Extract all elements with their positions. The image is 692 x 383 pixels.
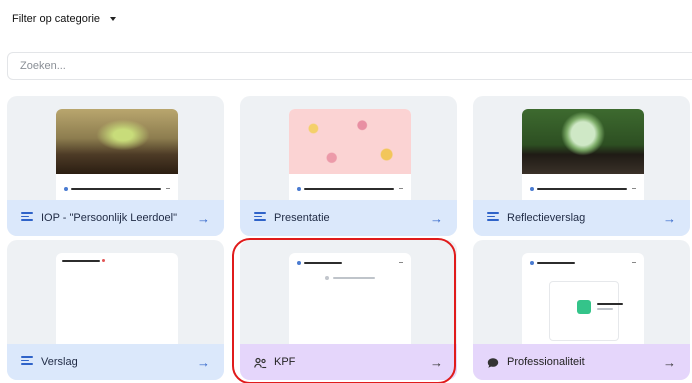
arrow-right-icon[interactable]: → <box>430 355 443 370</box>
category-filter-label: Filter op categorie <box>12 13 101 25</box>
card-thumbnail <box>522 109 644 209</box>
card-thumbnail <box>289 109 411 209</box>
card-footer: Reflectieverslag → <box>473 200 690 236</box>
card-title: Professionaliteit <box>507 356 585 368</box>
arrow-right-icon[interactable]: → <box>663 211 676 226</box>
status-dot <box>64 187 68 191</box>
lines-icon <box>487 212 499 224</box>
card-title: Reflectieverslag <box>507 212 586 224</box>
template-card-iop[interactable]: IOP - "Persoonlijk Leerdoel" → <box>7 96 224 236</box>
template-card-presentatie[interactable]: Presentatie → <box>240 96 457 236</box>
green-status-icon <box>577 300 591 314</box>
card-title: Presentatie <box>274 212 330 224</box>
placeholder-line <box>537 262 575 264</box>
placeholder-line <box>62 260 100 262</box>
card-thumbnail <box>56 109 178 209</box>
card-footer: KPF → <box>240 344 457 380</box>
status-dot <box>297 187 301 191</box>
red-dot <box>102 259 105 262</box>
card-footer: Professionaliteit → <box>473 344 690 380</box>
card-thumbnail <box>56 253 178 353</box>
placeholder-line <box>304 262 342 264</box>
chat-icon <box>487 356 499 368</box>
card-title: IOP - "Persoonlijk Leerdoel" <box>41 212 178 224</box>
glass-sphere-image <box>522 109 644 174</box>
template-card-kpf[interactable]: KPF → <box>240 240 457 380</box>
placeholder-line <box>597 303 623 305</box>
placeholder-line <box>71 188 161 190</box>
placeholder-line <box>537 188 627 190</box>
caret-down-icon <box>110 17 117 21</box>
template-card-professionaliteit[interactable]: Professionaliteit → <box>473 240 690 380</box>
people-icon <box>254 356 267 369</box>
template-card-reflectieverslag[interactable]: Reflectieverslag → <box>473 96 690 236</box>
placeholder-line <box>304 188 394 190</box>
card-title: KPF <box>274 356 296 368</box>
lines-icon <box>254 212 266 224</box>
plant-image <box>56 109 178 174</box>
status-dot <box>530 261 534 265</box>
card-title: Verslag <box>41 356 78 368</box>
chevron-down-icon <box>166 188 170 190</box>
placeholder-line <box>597 308 613 310</box>
status-dot <box>530 187 534 191</box>
lines-icon <box>21 356 33 368</box>
search-input[interactable] <box>7 52 692 80</box>
arrow-right-icon[interactable]: → <box>197 355 210 370</box>
chevron-down-icon <box>632 188 636 190</box>
grey-dot <box>325 276 329 280</box>
chevron-down-icon <box>399 188 403 190</box>
lines-icon <box>21 212 33 224</box>
placeholder-line <box>333 277 375 279</box>
arrow-right-icon[interactable]: → <box>430 211 443 226</box>
card-footer: Presentatie → <box>240 200 457 236</box>
card-thumbnail <box>289 253 411 353</box>
card-footer: IOP - "Persoonlijk Leerdoel" → <box>7 200 224 236</box>
arrow-right-icon[interactable]: → <box>197 211 210 226</box>
chevron-down-icon <box>399 262 403 264</box>
mini-preview-box <box>549 281 623 341</box>
paperclips-image <box>289 109 411 174</box>
template-card-verslag[interactable]: Verslag → <box>7 240 224 380</box>
card-footer: Verslag → <box>7 344 224 380</box>
arrow-right-icon[interactable]: → <box>663 355 676 370</box>
status-dot <box>297 261 301 265</box>
chevron-down-icon <box>632 262 636 264</box>
category-filter-dropdown[interactable]: Filter op categorie <box>12 12 117 26</box>
card-thumbnail <box>522 253 644 353</box>
